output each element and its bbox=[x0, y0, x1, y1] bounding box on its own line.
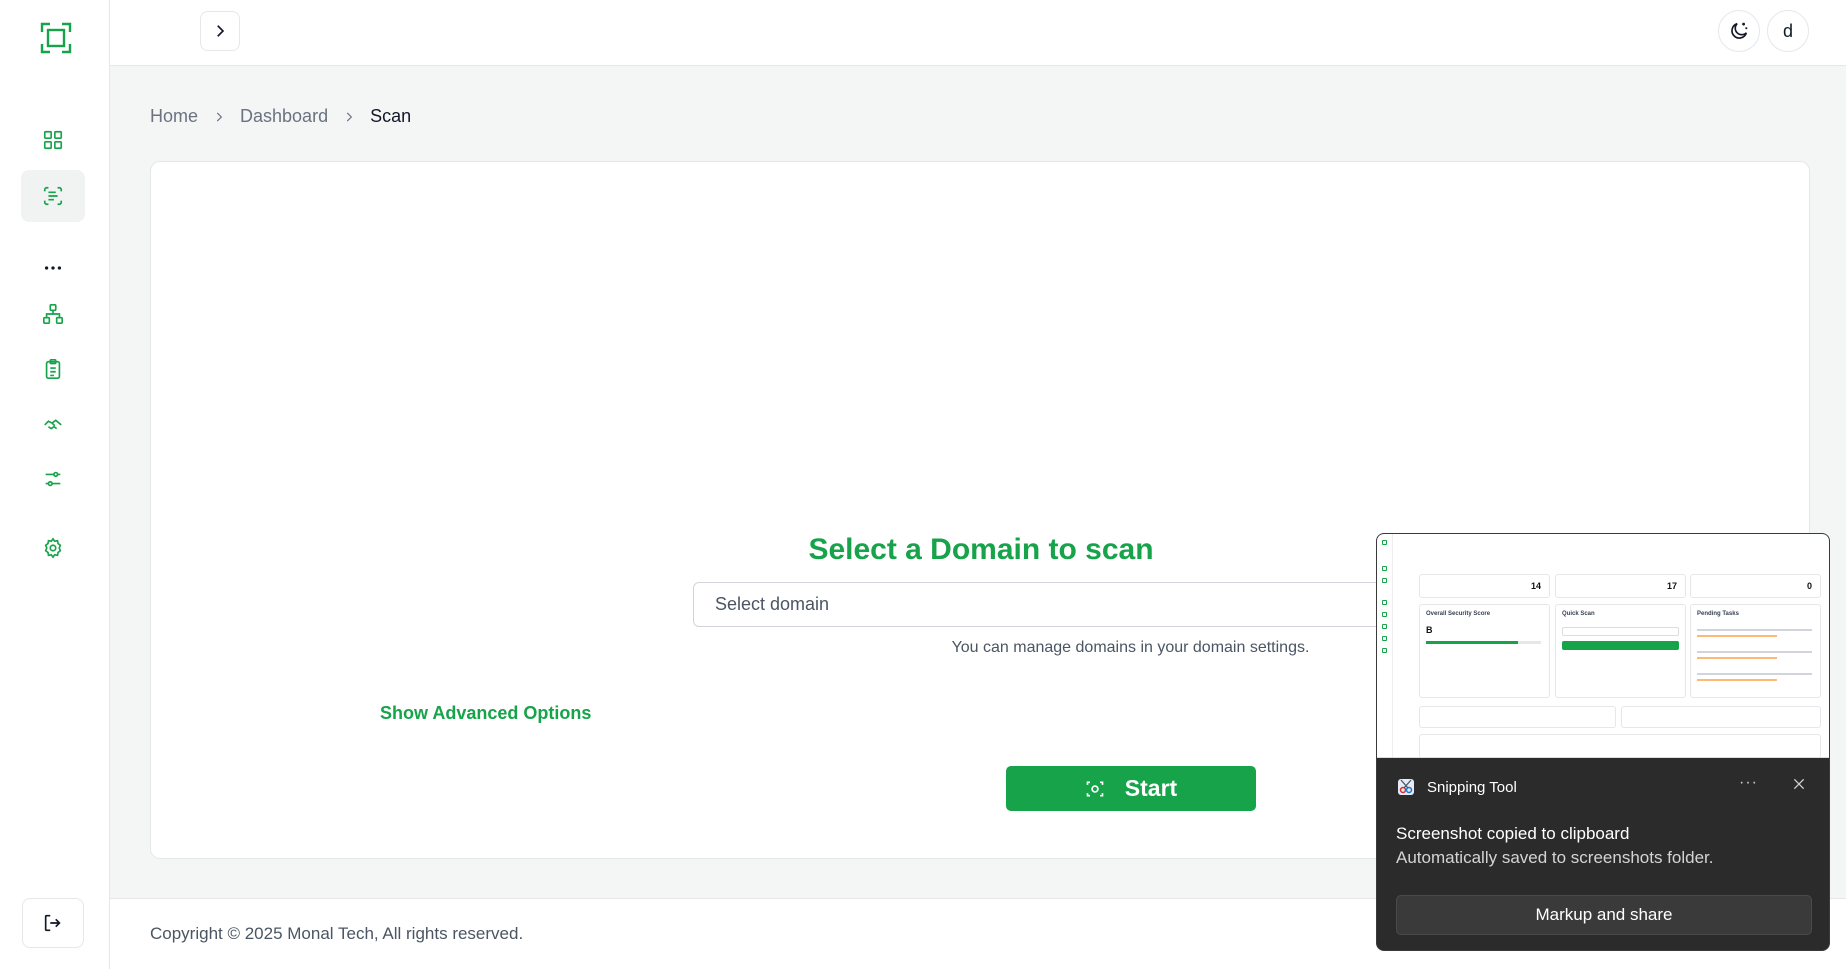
logout-icon bbox=[44, 914, 61, 932]
start-scan-button[interactable]: Start bbox=[1006, 766, 1256, 811]
handshake-icon bbox=[44, 419, 62, 430]
markup-and-share-button[interactable]: Markup and share bbox=[1396, 895, 1812, 935]
scan-text-icon bbox=[43, 186, 63, 206]
breadcrumb-home[interactable]: Home bbox=[150, 106, 198, 127]
chevron-right-icon bbox=[342, 110, 356, 124]
scan-icon bbox=[1086, 781, 1104, 796]
top-header: d bbox=[110, 0, 1846, 66]
preview-row-card bbox=[1621, 706, 1821, 728]
sidebar-item-reports[interactable] bbox=[21, 343, 85, 395]
breadcrumb-dashboard[interactable]: Dashboard bbox=[240, 106, 328, 127]
toast-title: Screenshot copied to clipboard bbox=[1396, 824, 1630, 843]
sidebar-toggle-button[interactable] bbox=[200, 11, 240, 51]
preview-stat-card: 14 bbox=[1419, 574, 1550, 598]
sidebar-item-dashboard[interactable] bbox=[21, 114, 85, 166]
breadcrumb: Home Dashboard Scan bbox=[150, 106, 411, 127]
user-avatar[interactable]: d bbox=[1767, 10, 1809, 52]
sidebar bbox=[0, 0, 110, 969]
chevron-right-icon bbox=[217, 25, 225, 37]
sidebar-item-handshake[interactable] bbox=[21, 398, 85, 450]
grid-icon bbox=[43, 130, 63, 150]
preview-tasks-card: Pending Tasks bbox=[1690, 604, 1821, 698]
toast-app-name: Snipping Tool bbox=[1397, 778, 1517, 796]
network-icon bbox=[43, 304, 63, 324]
toast-more-button[interactable]: ··· bbox=[1739, 774, 1758, 792]
preview-recent-card bbox=[1419, 734, 1821, 757]
preview-sidebar bbox=[1377, 534, 1393, 757]
close-icon[interactable] bbox=[1791, 776, 1807, 797]
copyright-text: Copyright © 2025 Monal Tech, All rights … bbox=[150, 924, 524, 943]
sliders-icon bbox=[45, 471, 61, 487]
screenshot-preview[interactable]: 14 17 0 Overall Security Score B Quick S… bbox=[1377, 534, 1829, 758]
toast-app-label: Snipping Tool bbox=[1427, 778, 1517, 796]
app-logo-icon[interactable] bbox=[40, 22, 72, 54]
toast-subtitle: Automatically saved to screenshots folde… bbox=[1396, 848, 1714, 867]
preview-quickscan-card: Quick Scan bbox=[1555, 604, 1686, 698]
start-button-label: Start bbox=[1124, 775, 1178, 801]
sidebar-item-more[interactable] bbox=[21, 242, 85, 294]
theme-toggle-button[interactable] bbox=[1718, 10, 1760, 52]
preview-stat-card: 0 bbox=[1690, 574, 1821, 598]
more-horizontal-icon bbox=[44, 266, 62, 270]
breadcrumb-current: Scan bbox=[370, 106, 412, 126]
snipping-tool-icon bbox=[1398, 779, 1414, 795]
sidebar-item-filters[interactable] bbox=[21, 453, 85, 505]
chevron-right-icon bbox=[212, 110, 226, 124]
snipping-tool-notification[interactable]: 14 17 0 Overall Security Score B Quick S… bbox=[1376, 533, 1830, 951]
clipboard-icon bbox=[45, 359, 61, 379]
moon-sparkle-icon bbox=[1731, 22, 1748, 39]
domain-select-value: Select domain bbox=[715, 594, 830, 614]
sidebar-item-scan[interactable] bbox=[21, 170, 85, 222]
preview-row-card bbox=[1419, 706, 1616, 728]
preview-stat-card: 17 bbox=[1555, 574, 1686, 598]
show-advanced-options-link[interactable]: Show Advanced Options bbox=[380, 703, 591, 724]
sidebar-item-network[interactable] bbox=[21, 288, 85, 340]
preview-score-card: Overall Security Score B bbox=[1419, 604, 1550, 698]
logout-button[interactable] bbox=[22, 898, 84, 948]
